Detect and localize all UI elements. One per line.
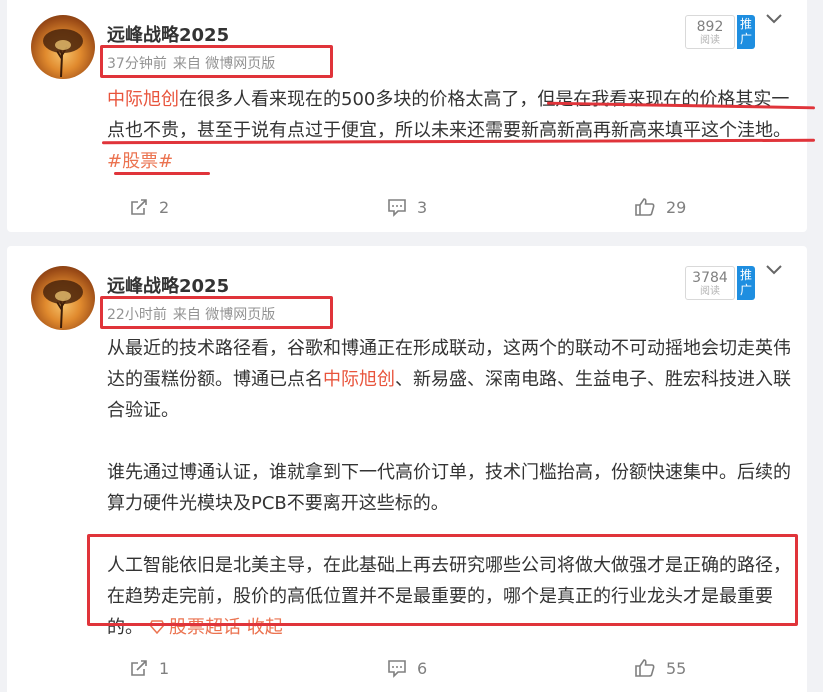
comment-button[interactable]: 6 <box>387 658 427 678</box>
read-label: 阅读 <box>700 35 720 46</box>
promote-button[interactable]: 推广 <box>737 266 755 300</box>
avatar[interactable] <box>31 15 95 79</box>
highlight-box <box>100 45 333 78</box>
post-card: 远峰战略2025 37分钟前 来自 微博网页版 892 阅读 推广 中际旭创在很多… <box>7 0 816 232</box>
read-count: 892 <box>696 19 724 35</box>
paragraph: 谁先通过博通认证，谁就拿到下一代高价订单，技术门槛抬高，份额快速集中。后续的算力… <box>107 462 791 514</box>
comment-count: 6 <box>417 658 428 678</box>
thumbs-up-icon <box>635 659 655 677</box>
highlight-underline <box>114 172 210 175</box>
chevron-down-icon[interactable] <box>765 13 783 25</box>
read-label: 阅读 <box>700 286 720 297</box>
repost-button[interactable]: 2 <box>129 197 169 217</box>
mention-link[interactable]: 中际旭创 <box>107 89 179 110</box>
repost-count: 2 <box>159 197 170 217</box>
comment-icon <box>388 660 406 678</box>
repost-count: 1 <box>159 658 170 678</box>
read-count-badge: 3784 阅读 <box>685 266 735 300</box>
comment-button[interactable]: 3 <box>387 197 427 217</box>
highlight-box <box>100 296 333 329</box>
username[interactable]: 远峰战略2025 <box>107 21 229 47</box>
repost-button[interactable]: 1 <box>129 658 169 678</box>
chevron-down-icon[interactable] <box>765 264 783 276</box>
comment-count: 3 <box>417 197 428 217</box>
username[interactable]: 远峰战略2025 <box>107 272 229 298</box>
like-button[interactable]: 29 <box>634 197 686 217</box>
like-count: 55 <box>666 658 687 678</box>
share-icon <box>131 199 147 215</box>
highlight-box <box>87 534 798 626</box>
like-button[interactable]: 55 <box>634 658 686 678</box>
mention-link[interactable]: 中际旭创 <box>323 369 395 390</box>
post-card: 远峰战略2025 22小时前 来自 微博网页版 3784 阅读 推广 从最近的技术… <box>7 246 807 692</box>
thumbs-up-icon <box>635 198 655 216</box>
share-icon <box>131 660 147 676</box>
read-count-badge: 892 阅读 <box>685 15 735 49</box>
promote-button[interactable]: 推广 <box>737 15 755 49</box>
comment-icon <box>388 199 406 217</box>
like-count: 29 <box>666 197 687 217</box>
paragraph: 从最近的技术路径看，谷歌和博通正在形成联动，这两个的联动不可动摇地会切走英伟达的… <box>107 338 791 421</box>
topic-link[interactable]: #股票# <box>107 151 173 172</box>
read-count: 3784 <box>692 270 728 286</box>
post-text: 中际旭创在很多人看来现在的500多块的价格太高了，但是在我看来现在的价格其实一点… <box>107 89 791 172</box>
avatar[interactable] <box>31 266 95 330</box>
